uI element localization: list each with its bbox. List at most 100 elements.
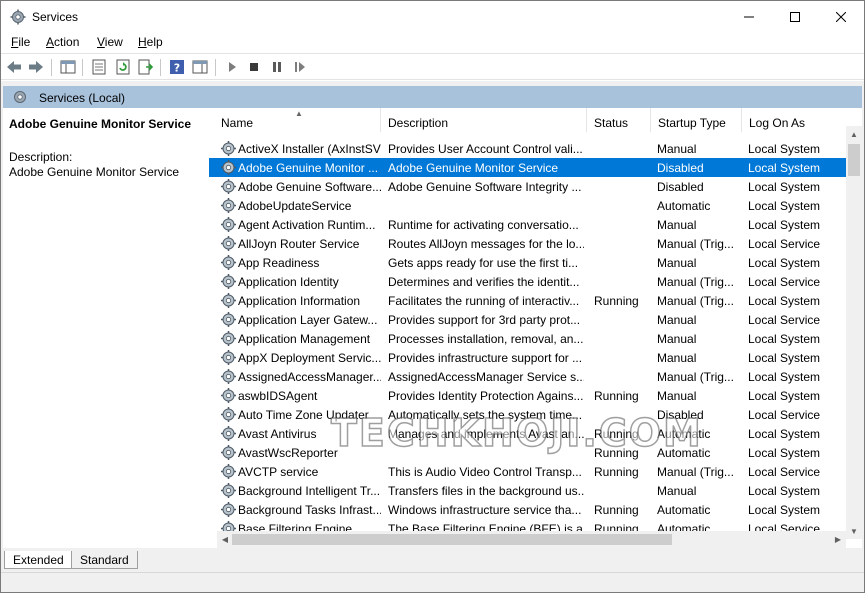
service-row[interactable]: Background Intelligent Tr... Transfers fi… xyxy=(209,481,846,500)
service-gear-icon xyxy=(221,255,236,270)
services-gear-icon xyxy=(14,91,26,103)
service-row[interactable]: Adobe Genuine Software... Adobe Genuine S… xyxy=(209,177,846,196)
scroll-left-icon[interactable]: ◀ xyxy=(217,531,233,548)
view-tabs: Extended Standard xyxy=(1,548,864,572)
scope-label: Services (Local) xyxy=(39,91,126,105)
window-title: Services xyxy=(32,10,79,24)
service-name: Background Intelligent Tr... xyxy=(238,484,381,498)
menu-help[interactable]: Help xyxy=(138,35,163,49)
vertical-scroll-thumb[interactable] xyxy=(848,144,860,176)
service-logon: Local System xyxy=(748,427,821,441)
service-name: Application Layer Gatew... xyxy=(238,313,378,327)
service-row[interactable]: AllJoyn Router Service Routes AllJoyn mes… xyxy=(209,234,846,253)
play-icon[interactable] xyxy=(224,59,240,75)
service-row[interactable]: ActiveX Installer (AxInstSV) Provides Use… xyxy=(209,139,846,158)
menu-action[interactable]: Action xyxy=(46,35,79,49)
service-gear-icon xyxy=(221,445,236,460)
forward-arrow-icon[interactable] xyxy=(28,59,44,75)
service-name: Background Tasks Infrast... xyxy=(238,503,381,517)
service-description: This is Audio Video Control Transp... xyxy=(388,465,582,479)
service-row[interactable]: AdobeUpdateService Automatic Local System xyxy=(209,196,846,215)
service-row[interactable]: AvastWscReporter Running Automatic Local Sy… xyxy=(209,443,846,462)
services-gear-icon xyxy=(10,9,26,25)
service-rows: ActiveX Installer (AxInstSV) Provides Use… xyxy=(209,139,846,538)
column-startup-type[interactable]: Startup Type xyxy=(651,108,742,132)
service-description: Determines and verifies the identit... xyxy=(388,275,580,289)
service-name: AdobeUpdateService xyxy=(238,199,352,213)
horizontal-scroll-thumb[interactable] xyxy=(232,534,672,545)
scroll-up-icon[interactable]: ▲ xyxy=(846,126,862,142)
service-startup: Disabled xyxy=(657,161,704,175)
service-name: Agent Activation Runtim... xyxy=(238,218,376,232)
service-gear-icon xyxy=(221,236,236,251)
show-hide-action-pane-icon[interactable] xyxy=(192,59,208,75)
properties-icon[interactable] xyxy=(91,59,107,75)
service-row[interactable]: Application Management Processes installa… xyxy=(209,329,846,348)
horizontal-scrollbar[interactable]: ◀ ▶ xyxy=(217,531,846,548)
title-bar[interactable]: Services xyxy=(1,1,864,32)
service-status: Running xyxy=(594,446,639,460)
refresh-icon[interactable] xyxy=(115,59,131,75)
service-row[interactable]: Application Layer Gatew... Provides suppo… xyxy=(209,310,846,329)
service-row[interactable]: Adobe Genuine Monitor ... Adobe Genuine M… xyxy=(209,158,846,177)
pause-icon[interactable] xyxy=(269,59,285,75)
toolbar-separator xyxy=(215,59,216,76)
service-gear-icon xyxy=(221,198,236,213)
service-logon: Local System xyxy=(748,256,821,270)
back-arrow-icon[interactable] xyxy=(6,59,22,75)
service-description: Provides support for 3rd party prot... xyxy=(388,313,581,327)
service-gear-icon xyxy=(221,369,236,384)
stop-icon[interactable] xyxy=(246,59,262,75)
service-startup: Disabled xyxy=(657,180,704,194)
scroll-right-icon[interactable]: ▶ xyxy=(830,531,846,548)
service-name: Application Management xyxy=(238,332,371,346)
service-name: ActiveX Installer (AxInstSV) xyxy=(238,142,381,156)
service-gear-icon xyxy=(221,274,236,289)
service-gear-icon xyxy=(221,350,236,365)
maximize-icon xyxy=(790,11,800,22)
toolbar-separator xyxy=(82,59,83,76)
service-row[interactable]: Application Information Facilitates the r… xyxy=(209,291,846,310)
service-row[interactable]: Avast Antivirus Manages and implements Av… xyxy=(209,424,846,443)
service-row[interactable]: aswbIDSAgent Provides Identity Protection… xyxy=(209,386,846,405)
column-log-on-as[interactable]: Log On As xyxy=(742,108,846,132)
sort-ascending-icon: ▲ xyxy=(295,109,303,118)
minimize-button[interactable] xyxy=(726,1,772,32)
menu-view[interactable]: View xyxy=(97,35,123,49)
service-row[interactable]: Auto Time Zone Updater Automatically sets… xyxy=(209,405,846,424)
tab-standard[interactable]: Standard xyxy=(71,551,138,569)
service-row[interactable]: Agent Activation Runtim... Runtime for ac… xyxy=(209,215,846,234)
service-startup: Manual (Trig... xyxy=(657,465,734,479)
service-startup: Manual (Trig... xyxy=(657,370,734,384)
maximize-button[interactable] xyxy=(772,1,818,32)
service-name: AvastWscReporter xyxy=(238,446,338,460)
service-startup: Disabled xyxy=(657,408,704,422)
service-logon: Local System xyxy=(748,161,821,175)
service-gear-icon xyxy=(221,426,236,441)
service-row[interactable]: AVCTP service This is Audio Video Control… xyxy=(209,462,846,481)
column-name[interactable]: ▲ Name xyxy=(209,108,381,132)
service-gear-icon xyxy=(221,331,236,346)
show-hide-console-tree-icon[interactable] xyxy=(60,59,76,75)
service-row[interactable]: Application Identity Determines and verif… xyxy=(209,272,846,291)
vertical-scrollbar[interactable]: ▲ ▼ xyxy=(846,126,862,539)
service-row[interactable]: AppX Deployment Servic... Provides infras… xyxy=(209,348,846,367)
menu-file[interactable]: File xyxy=(11,35,30,49)
service-row[interactable]: Background Tasks Infrast... Windows infra… xyxy=(209,500,846,519)
column-status[interactable]: Status xyxy=(587,108,651,132)
service-logon: Local System xyxy=(748,142,821,156)
close-button[interactable] xyxy=(818,1,864,32)
service-row[interactable]: App Readiness Gets apps ready for use the… xyxy=(209,253,846,272)
service-description: Windows infrastructure service tha... xyxy=(388,503,582,517)
tab-extended[interactable]: Extended xyxy=(4,551,73,569)
service-gear-icon xyxy=(221,464,236,479)
description-label: Description: xyxy=(9,150,73,164)
service-logon: Local System xyxy=(748,218,821,232)
service-row[interactable]: AssignedAccessManager... AssignedAccessMa… xyxy=(209,367,846,386)
column-description[interactable]: Description xyxy=(381,108,587,132)
scroll-down-icon[interactable]: ▼ xyxy=(846,523,862,539)
export-list-icon[interactable] xyxy=(138,59,154,75)
restart-icon[interactable] xyxy=(292,59,308,75)
service-startup: Automatic xyxy=(657,199,711,213)
help-icon[interactable]: ? xyxy=(169,59,185,75)
